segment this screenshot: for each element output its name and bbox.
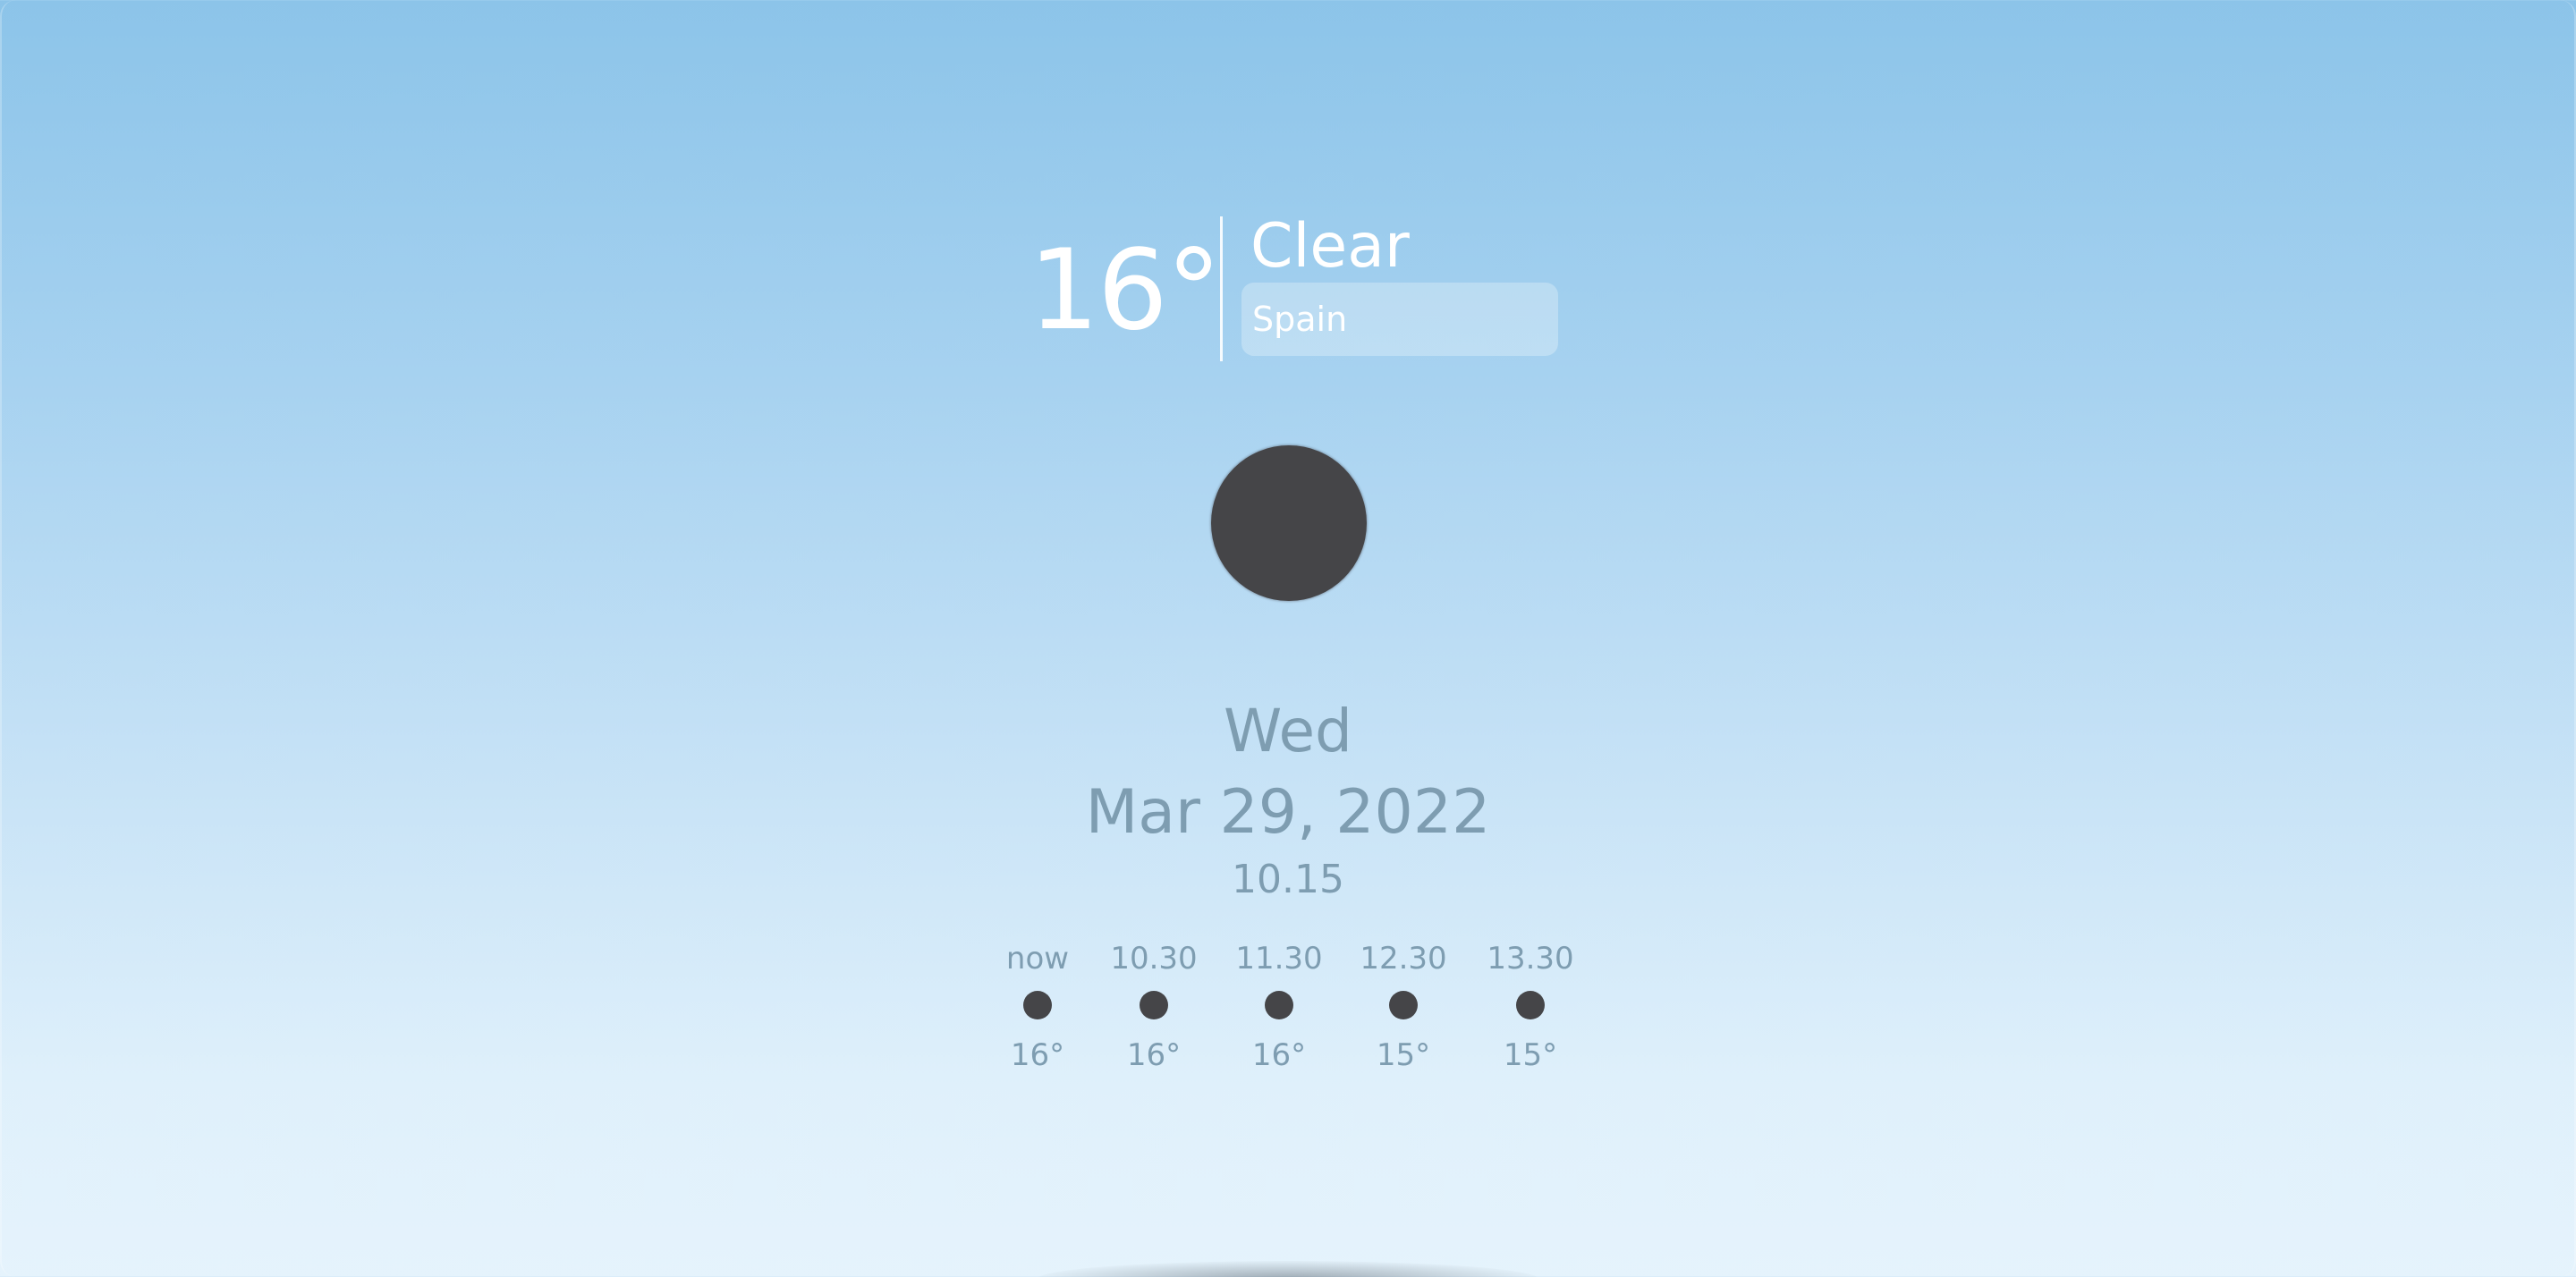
weather-dot-icon bbox=[1211, 445, 1367, 601]
current-temperature: 16° bbox=[1029, 226, 1222, 355]
forecast-item: 13.30 15° bbox=[1477, 937, 1584, 1089]
forecast-item: 12.30 15° bbox=[1350, 937, 1457, 1089]
weather-dot-icon bbox=[1023, 991, 1052, 1019]
weather-dot-icon bbox=[1265, 991, 1293, 1019]
weekday: Wed bbox=[1224, 697, 1352, 765]
forecast-time: 13.30 bbox=[1487, 941, 1574, 977]
full-date: Mar 29, 2022 bbox=[1085, 777, 1491, 848]
forecast-time: 11.30 bbox=[1235, 941, 1323, 977]
header-divider bbox=[1220, 216, 1223, 361]
weather-dot-icon bbox=[1389, 991, 1418, 1019]
weather-condition: Clear bbox=[1250, 211, 1410, 282]
weather-dot-icon bbox=[1516, 991, 1545, 1019]
current-time: 10.15 bbox=[1232, 857, 1344, 902]
forecast-temperature: 16° bbox=[1010, 1037, 1065, 1073]
forecast-time: 10.30 bbox=[1110, 941, 1198, 977]
forecast-temperature: 16° bbox=[1126, 1037, 1182, 1073]
forecast-item: now 16° bbox=[984, 937, 1091, 1089]
forecast-time: 12.30 bbox=[1360, 941, 1447, 977]
forecast-temperature: 15° bbox=[1503, 1037, 1558, 1073]
forecast-item: 10.30 16° bbox=[1100, 937, 1208, 1089]
hourly-forecast: now 16° 10.30 16° 11.30 16° 12.30 15° 13… bbox=[984, 937, 1592, 1089]
weather-dot-icon bbox=[1140, 991, 1168, 1019]
forecast-item: 11.30 16° bbox=[1225, 937, 1333, 1089]
location-search-input[interactable] bbox=[1241, 283, 1558, 356]
forecast-time: now bbox=[1005, 941, 1070, 977]
date-block: Wed Mar 29, 2022 10.15 bbox=[1020, 689, 1556, 909]
forecast-temperature: 16° bbox=[1251, 1037, 1307, 1073]
forecast-temperature: 15° bbox=[1376, 1037, 1431, 1073]
